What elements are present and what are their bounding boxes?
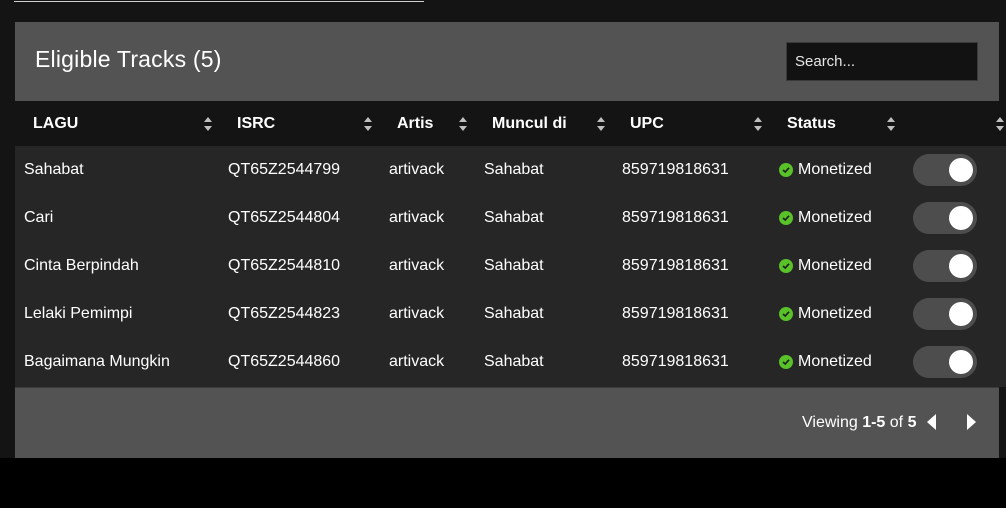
column-header-label: Artis: [397, 114, 434, 132]
next-page-icon[interactable]: [965, 414, 977, 430]
table-header: LAGU ISRC Artis Muncul di UPC Status: [15, 101, 1006, 146]
cell-status: Monetized: [779, 194, 872, 242]
panel-header: Eligible Tracks (5): [15, 22, 999, 101]
column-header-lagu[interactable]: LAGU: [15, 101, 220, 146]
toggle-knob: [949, 350, 973, 374]
cell-muncul-di: Sahabat: [484, 209, 544, 226]
cell-upc: 859719818631: [622, 209, 729, 226]
column-header-label: UPC: [630, 114, 664, 132]
cell-artis: artivack: [389, 353, 445, 370]
status-badge: Monetized: [798, 353, 872, 370]
cell-upc: 859719818631: [622, 161, 729, 178]
cell-artis: artivack: [389, 305, 445, 322]
cell-isrc: QT65Z2544860: [228, 353, 341, 370]
status-badge: Monetized: [798, 257, 872, 274]
column-header-upc[interactable]: UPC: [613, 101, 770, 146]
pagination-prefix: Viewing: [802, 414, 858, 431]
column-header-artis[interactable]: Artis: [380, 101, 475, 146]
monetize-toggle[interactable]: [913, 346, 977, 378]
sort-icon: [459, 116, 467, 131]
cell-muncul-di: Sahabat: [484, 353, 544, 370]
table-body: Sahabat QT65Z2544799 artivack Sahabat 85…: [15, 146, 1006, 386]
column-header-isrc[interactable]: ISRC: [220, 101, 380, 146]
status-badge: Monetized: [798, 305, 872, 322]
column-header-label: LAGU: [33, 114, 79, 132]
monetize-toggle[interactable]: [913, 202, 977, 234]
check-circle-icon: [779, 355, 793, 369]
cell-lagu: Sahabat: [24, 161, 84, 178]
table-row: Lelaki Pemimpi QT65Z2544823 artivack Sah…: [15, 290, 1006, 338]
check-circle-icon: [779, 259, 793, 273]
tracks-table: LAGU ISRC Artis Muncul di UPC Status Sah…: [15, 101, 1006, 387]
check-circle-icon: [779, 211, 793, 225]
cell-lagu: Cari: [24, 209, 54, 226]
monetize-toggle[interactable]: [913, 250, 977, 282]
cell-muncul-di: Sahabat: [484, 305, 544, 322]
sort-icon: [364, 116, 372, 131]
toggle-knob: [949, 254, 973, 278]
status-badge: Monetized: [798, 209, 872, 226]
top-link-underline: [14, 0, 424, 2]
check-circle-icon: [779, 163, 793, 177]
pagination-range: 1-5: [862, 414, 886, 431]
cell-muncul-di: Sahabat: [484, 161, 544, 178]
cell-isrc: QT65Z2544823: [228, 305, 341, 322]
column-header-status[interactable]: Status: [770, 101, 903, 146]
pagination-total: 5: [907, 414, 917, 431]
sort-icon: [996, 116, 1004, 131]
toggle-knob: [949, 158, 973, 182]
pagination-status: Viewing 1-5 of 5: [802, 414, 916, 432]
panel-title: Eligible Tracks (5): [35, 46, 222, 72]
column-header-label: ISRC: [237, 114, 276, 132]
cell-status: Monetized: [779, 290, 872, 338]
cell-isrc: QT65Z2544810: [228, 257, 341, 274]
column-header-muncul-di[interactable]: Muncul di: [475, 101, 613, 146]
toggle-knob: [949, 206, 973, 230]
cell-muncul-di: Sahabat: [484, 257, 544, 274]
cell-artis: artivack: [389, 209, 445, 226]
sort-icon: [204, 116, 212, 131]
monetize-toggle[interactable]: [913, 298, 977, 330]
cell-artis: artivack: [389, 161, 445, 178]
search-input[interactable]: [786, 42, 978, 81]
table-row: Cinta Berpindah QT65Z2544810 artivack Sa…: [15, 242, 1006, 290]
cell-lagu: Lelaki Pemimpi: [24, 305, 133, 322]
sort-icon: [887, 116, 895, 131]
cell-artis: artivack: [389, 257, 445, 274]
cell-status: Monetized: [779, 146, 872, 194]
table-row: Bagaimana Mungkin QT65Z2544860 artivack …: [15, 338, 1006, 386]
cell-upc: 859719818631: [622, 257, 729, 274]
status-badge: Monetized: [798, 161, 872, 178]
table-row: Cari QT65Z2544804 artivack Sahabat 85971…: [15, 194, 1006, 242]
toggle-knob: [949, 302, 973, 326]
check-circle-icon: [779, 307, 793, 321]
column-header-toggle[interactable]: [903, 101, 1006, 146]
cell-status: Monetized: [779, 338, 872, 386]
monetize-toggle[interactable]: [913, 154, 977, 186]
cell-isrc: QT65Z2544799: [228, 161, 341, 178]
column-header-label: Status: [787, 114, 836, 132]
eligible-tracks-panel: Eligible Tracks (5) LAGU ISRC Artis Munc…: [15, 22, 1006, 458]
cell-isrc: QT65Z2544804: [228, 209, 341, 226]
cell-lagu: Bagaimana Mungkin: [24, 353, 170, 370]
table-footer: Viewing 1-5 of 5: [15, 387, 999, 458]
cell-lagu: Cinta Berpindah: [24, 257, 139, 274]
sort-icon: [754, 116, 762, 131]
column-header-label: Muncul di: [492, 114, 567, 132]
cell-upc: 859719818631: [622, 353, 729, 370]
cell-status: Monetized: [779, 242, 872, 290]
cell-upc: 859719818631: [622, 305, 729, 322]
table-row: Sahabat QT65Z2544799 artivack Sahabat 85…: [15, 146, 1006, 194]
pagination-of: of: [889, 414, 904, 431]
sort-icon: [597, 116, 605, 131]
previous-page-icon[interactable]: [925, 414, 937, 430]
